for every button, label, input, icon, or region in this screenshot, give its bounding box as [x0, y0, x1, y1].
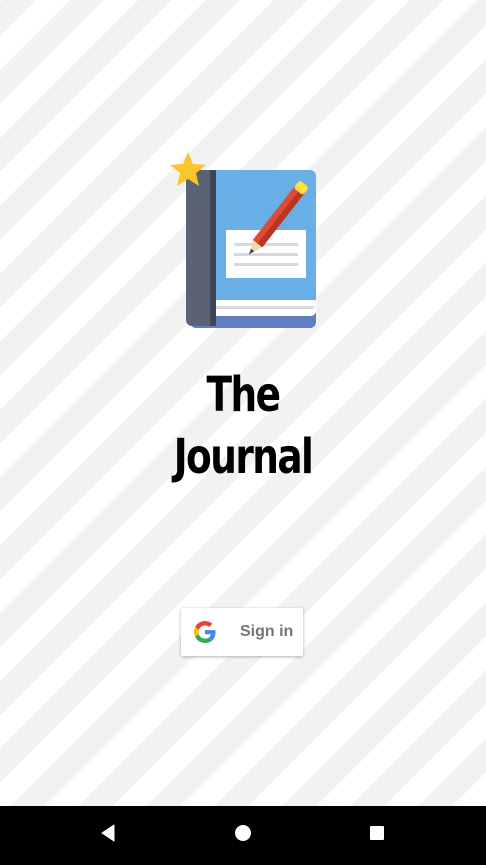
app-title: The Journal: [53, 364, 432, 488]
nav-back-button[interactable]: [78, 806, 138, 865]
back-triangle-icon: [100, 824, 116, 847]
splash-screen: The Journal Sign in: [0, 0, 486, 806]
app-screen: The Journal Sign in: [0, 0, 486, 865]
sign-in-label: Sign in: [240, 623, 294, 640]
journal-logo-icon: [166, 150, 322, 332]
google-g-icon: [194, 621, 216, 643]
google-sign-in-button[interactable]: Sign in: [181, 608, 303, 656]
android-navigation-bar: [0, 806, 486, 865]
nav-home-button[interactable]: [213, 806, 273, 865]
recents-square-icon: [369, 825, 385, 846]
nav-recents-button[interactable]: [347, 806, 407, 865]
app-title-line1: The: [206, 367, 281, 423]
app-title-line2: Journal: [173, 429, 314, 485]
home-circle-icon: [234, 824, 252, 847]
